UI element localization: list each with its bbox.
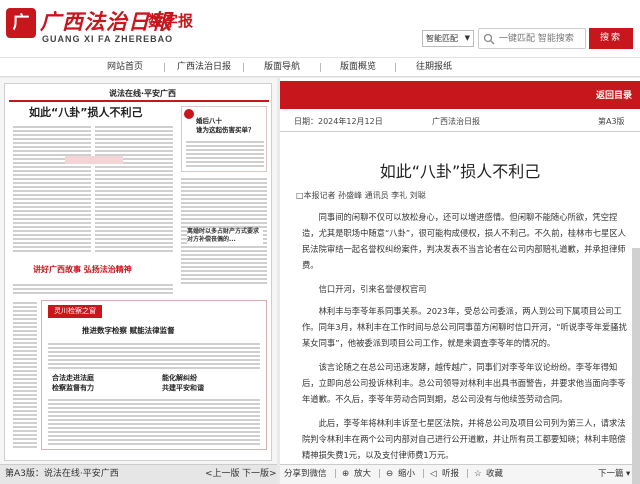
article-page: 第A3版 (598, 117, 625, 126)
search-mode-value: 智能匹配 (426, 34, 458, 43)
thumb-masthead-bar: 说法在线·平安广西 (9, 88, 269, 102)
nav-page-navigation[interactable]: 版面导航 (244, 58, 320, 76)
prev-page-link[interactable]: <上一版 (205, 465, 240, 483)
article-subheading: 信口开河，引来名誉侵权官司 (318, 284, 427, 294)
thumb-badge-icon (184, 109, 194, 119)
article-toolbar: 分享到微信 | ⊕ 放大 | ⊖ 缩小 | ◁ 听报 | ☆ 收藏 下一篇 ▾ (280, 464, 640, 484)
thumb-side-story[interactable]: 婚后八十 谁为这起伤害买单？ (181, 106, 267, 172)
article-meta: 日期：2024年12月12日 广西法治日报 第A3版 (280, 116, 640, 132)
thumb-section-col2: 能化解纠纷 共建平安和谐 (162, 374, 204, 392)
thumb-section-tag: 灵川检察之窗 (48, 305, 102, 318)
thumb-side-text (186, 139, 264, 169)
main-nav: 网站首页 广西法治日报 版面导航 版面概览 往期报纸 (0, 58, 640, 77)
article-paragraph: 该言论随之在总公司迅速发酵，越传越广，同事们对李苓年议论纷纷。李苓年得知后，立即… (302, 362, 626, 404)
thumb-side-block-title: 离婚时以多占财产方式要求对方补偿丧偶的... (187, 228, 263, 244)
collect-button[interactable]: 收藏 (486, 465, 503, 483)
toolbar-divider: | (334, 469, 337, 479)
search-icon (483, 33, 495, 45)
back-to-toc-button[interactable]: 返回目录 (596, 88, 632, 101)
digital-edition-label: 数字报 (148, 12, 194, 30)
nav-newspaper[interactable]: 广西法治日报 (165, 58, 243, 76)
nav-home[interactable]: 网站首页 (86, 58, 164, 76)
page-viewer: 说法在线·平安广西 如此“八卦”损人不利己 婚后八十 谁为这起伤害买单？ 离婚时… (0, 78, 277, 484)
newspaper-page-thumbnail[interactable]: 说法在线·平安广西 如此“八卦”损人不利己 婚后八十 谁为这起伤害买单？ 离婚时… (4, 83, 272, 461)
star-icon[interactable]: ☆ (474, 465, 482, 483)
current-page-label: 第A3版：说法在线·平安广西 (5, 469, 119, 479)
toolbar-divider: | (466, 469, 469, 479)
next-page-link[interactable]: 下一版> (242, 465, 277, 483)
search-input[interactable] (499, 31, 583, 46)
listen-button[interactable]: 听报 (442, 465, 459, 483)
article-panel: 返回目录 日期：2024年12月12日 广西法治日报 第A3版 如此“八卦”损人… (280, 78, 640, 484)
site-logo-en: GUANG XI FA ZHEREBAO (42, 34, 174, 44)
search-mode-select[interactable]: 智能匹配 ▼ (422, 30, 474, 47)
page: 广 广西法治日報 GUANG XI FA ZHEREBAO 数字报 智能匹配 ▼… (0, 0, 640, 484)
nav-page-overview[interactable]: 版面概览 (321, 58, 395, 76)
thumb-text-block (13, 282, 173, 294)
article-paragraph: 同事间的闲聊不仅可以放松身心，还可以增进感情。但闲聊不能随心所欲，凭空捏造，尤其… (302, 212, 626, 270)
thumb-headline[interactable]: 如此“八卦”损人不利己 (29, 104, 142, 120)
chevron-down-icon[interactable]: ▾ (626, 465, 630, 483)
scrollbar[interactable] (632, 248, 640, 484)
zoom-in-button[interactable]: 放大 (354, 465, 371, 483)
article-byline: □本报记者 孙盛峰 通讯员 李礼 刘聪 (296, 191, 426, 200)
thumb-special-section[interactable]: 灵川检察之窗 推进数字检察 赋能法律监督 合法走进法庭 检察监督有力 能化解纠纷… (41, 300, 267, 450)
thumb-section-col1: 合法走进法庭 检察监督有力 (52, 374, 94, 392)
article-paragraph: 此后，李苓年将林利丰诉至七星区法院，并将总公司及项目公司列为第三人，请求法院判令… (302, 418, 626, 460)
thumb-banner: 讲好广西故事 弘扬法治精神 (13, 262, 173, 278)
site-header: 广 广西法治日報 GUANG XI FA ZHEREBAO 数字报 智能匹配 ▼… (0, 0, 640, 58)
nav-past-issues[interactable]: 往期报纸 (396, 58, 472, 76)
article-paragraph: 林利丰与李苓年系同事关系。2023年，受总公司委派，两人到公司下属项目公司工作。… (302, 306, 627, 348)
article-date: 日期：2024年12月12日 (294, 117, 383, 126)
share-wechat-link[interactable]: 分享到微信 (284, 465, 327, 483)
thumb-section-text (48, 397, 260, 445)
article-paper-name: 广西法治日报 (432, 117, 480, 126)
article-top-bar: 返回目录 (280, 81, 640, 109)
thumb-side-headline: 婚后八十 谁为这起伤害买单？ (196, 117, 255, 134)
zoom-out-icon[interactable]: ⊖ (386, 465, 393, 483)
chevron-down-icon: ▼ (464, 34, 470, 42)
toolbar-divider: | (378, 469, 381, 479)
thumb-masthead: 说法在线·平安广西 (109, 89, 177, 98)
next-article-link[interactable]: 下一篇 (598, 465, 624, 483)
thumb-left-column (13, 300, 37, 450)
search-box[interactable] (478, 28, 586, 49)
article-title: 如此“八卦”损人不利己 (379, 162, 541, 181)
thumb-section-headline: 推进数字检察 赋能法律监督 (82, 326, 175, 335)
zoom-out-button[interactable]: 缩小 (398, 465, 415, 483)
thumb-sub-headline (65, 156, 123, 164)
logo-mark[interactable]: 广 (6, 8, 36, 38)
thumb-text-column (13, 124, 91, 252)
thumb-banner-text: 讲好广西故事 弘扬法治精神 (33, 265, 132, 274)
search-button[interactable]: 搜索 (589, 28, 633, 49)
toolbar-divider: | (422, 469, 425, 479)
zoom-in-icon[interactable]: ⊕ (342, 465, 349, 483)
thumb-text-column (95, 124, 173, 252)
thumb-section-text (48, 341, 260, 369)
speaker-icon[interactable]: ◁ (430, 465, 437, 483)
page-switch-bar: 第A3版：说法在线·平安广西 <上一版 下一版> (0, 464, 277, 484)
